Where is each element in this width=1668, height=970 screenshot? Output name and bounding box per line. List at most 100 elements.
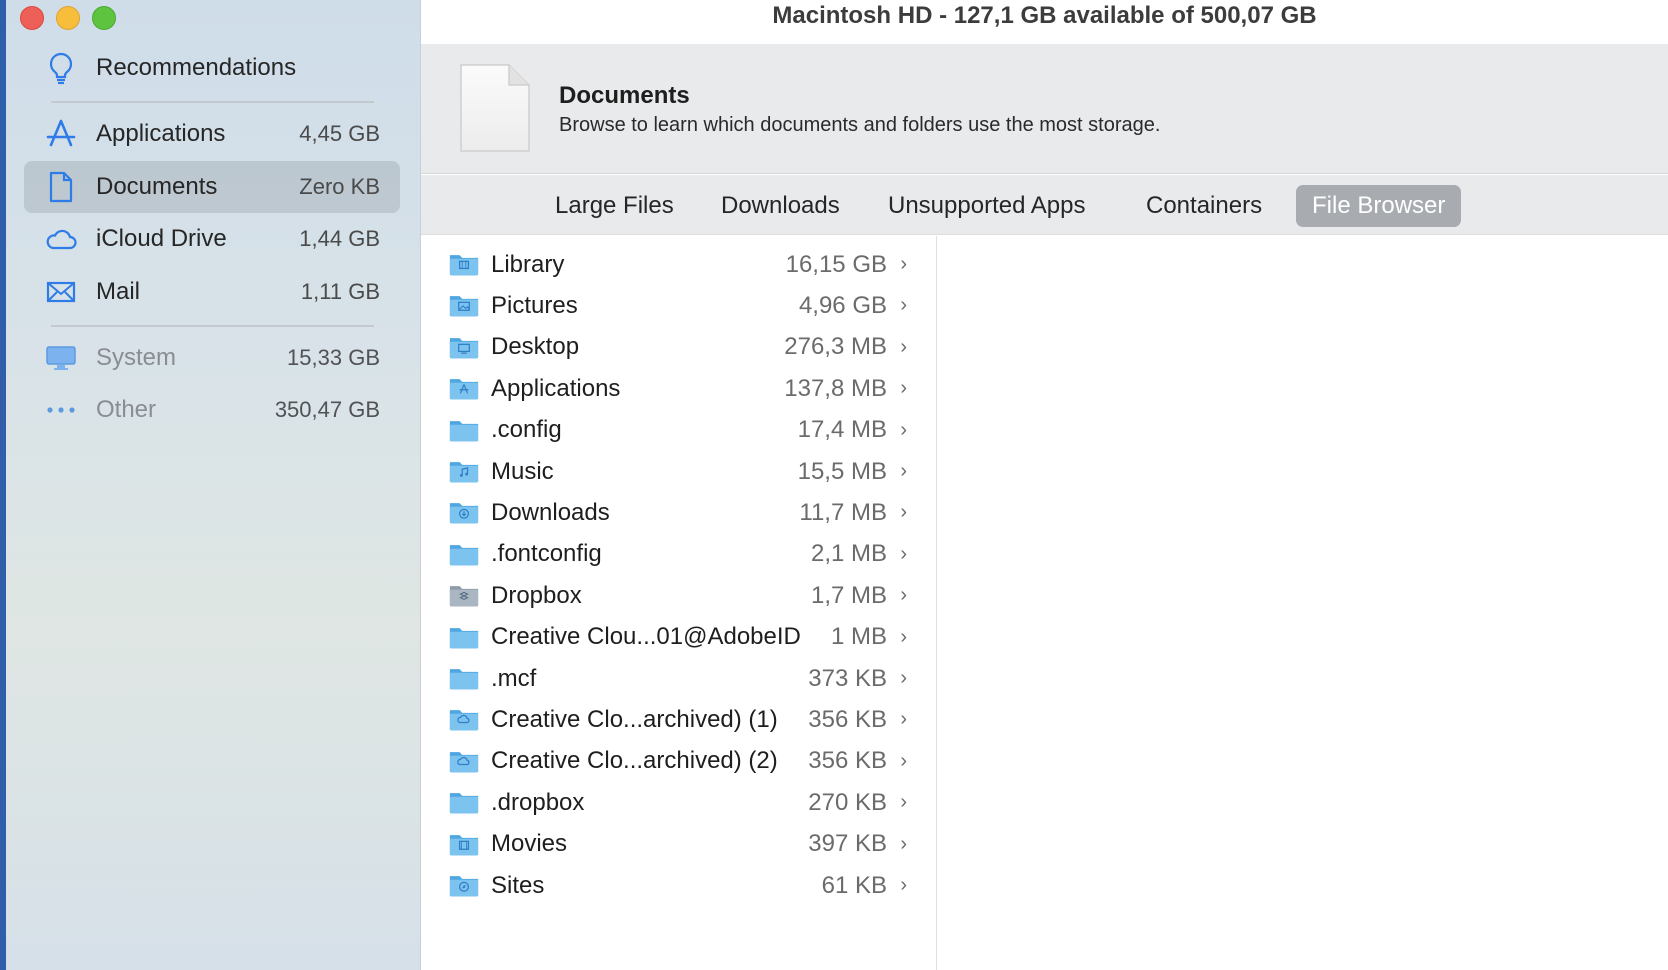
file-name: Sites: [491, 871, 545, 899]
file-name: Dropbox: [491, 581, 582, 609]
minimize-button[interactable]: [56, 6, 80, 30]
file-name: Applications: [491, 374, 621, 402]
folder-icon: [449, 416, 479, 449]
storage-window: Recommendations Applications 4,45 GB Doc…: [6, 0, 1668, 970]
chevron-right-icon[interactable]: ›: [900, 791, 907, 814]
file-row[interactable]: Movies 397 KB ›: [421, 824, 937, 865]
chevron-right-icon[interactable]: ›: [900, 626, 907, 649]
sidebar-item-mail[interactable]: Mail 1,11 GB: [24, 266, 400, 318]
chevron-right-icon[interactable]: ›: [900, 708, 907, 731]
file-row[interactable]: Creative Clou...01@AdobeID 1 MB ›: [421, 617, 937, 658]
sidebar-item-other[interactable]: Other 350,47 GB: [24, 384, 400, 436]
sidebar-item-label: Other: [96, 396, 157, 423]
folder-icon: [449, 540, 479, 573]
chevron-right-icon[interactable]: ›: [900, 377, 907, 400]
tab-file-browser[interactable]: File Browser: [1296, 185, 1462, 227]
downloads-folder-icon: [449, 498, 479, 531]
file-row[interactable]: Downloads 11,7 MB ›: [421, 492, 937, 533]
tab-large-files[interactable]: Large Files: [539, 185, 690, 227]
sidebar-item-applications[interactable]: Applications 4,45 GB: [24, 108, 400, 160]
file-size: 2,1 MB: [810, 540, 887, 568]
file-size: 276,3 MB: [784, 333, 887, 361]
app-store-icon: [44, 117, 78, 151]
document-icon: [44, 170, 78, 204]
file-row[interactable]: Creative Clo...archived) (2) 356 KB ›: [421, 741, 937, 782]
file-row[interactable]: Library 16,15 GB ›: [421, 244, 937, 285]
dropbox-folder-icon: [449, 581, 479, 614]
folder-icon: [449, 788, 479, 821]
ellipsis-icon: [44, 393, 78, 427]
window-controls: [20, 6, 116, 30]
sites-folder-icon: [449, 871, 479, 904]
chevron-right-icon[interactable]: ›: [900, 336, 907, 359]
chevron-right-icon[interactable]: ›: [900, 460, 907, 483]
file-row[interactable]: Applications 137,8 MB ›: [421, 368, 937, 409]
category-description: Browse to learn which documents and fold…: [559, 114, 1161, 136]
file-name: .dropbox: [491, 788, 585, 816]
sidebar-item-size: Zero KB: [299, 174, 380, 199]
music-folder-icon: [449, 457, 479, 490]
chevron-right-icon[interactable]: ›: [900, 874, 907, 897]
sidebar-item-system[interactable]: System 15,33 GB: [24, 332, 400, 384]
sidebar-item-recommendations[interactable]: Recommendations: [24, 42, 400, 94]
sidebar-item-label: Mail: [96, 278, 141, 305]
chevron-right-icon[interactable]: ›: [900, 543, 907, 566]
tab-bar: Large Files Downloads Unsupported Apps C…: [421, 175, 1668, 235]
category-title: Documents: [559, 82, 690, 109]
lightbulb-icon: [44, 51, 78, 85]
file-row[interactable]: Music 15,5 MB ›: [421, 451, 937, 492]
chevron-right-icon[interactable]: ›: [900, 294, 907, 317]
file-row[interactable]: Creative Clo...archived) (1) 356 KB ›: [421, 699, 937, 740]
file-row[interactable]: .config 17,4 MB ›: [421, 410, 937, 451]
chevron-right-icon[interactable]: ›: [900, 501, 907, 524]
file-size: 15,5 MB: [797, 457, 887, 485]
sidebar-item-icloud-drive[interactable]: iCloud Drive 1,44 GB: [24, 213, 400, 265]
tab-unsupported-apps[interactable]: Unsupported Apps: [872, 185, 1101, 227]
file-size: 61 KB: [821, 871, 887, 899]
sidebar-item-size: 1,44 GB: [299, 226, 380, 251]
window-title: Macintosh HD - 127,1 GB available of 500…: [421, 0, 1668, 44]
file-size: 1 MB: [830, 623, 887, 651]
sidebar-item-documents[interactable]: Documents Zero KB: [24, 161, 400, 213]
file-size: 4,96 GB: [798, 291, 887, 319]
category-header: Documents Browse to learn which document…: [421, 44, 1668, 174]
file-name: Desktop: [491, 333, 580, 361]
close-button[interactable]: [20, 6, 44, 30]
file-row[interactable]: .fontconfig 2,1 MB ›: [421, 534, 937, 575]
folder-icon: [449, 664, 479, 697]
file-name: .config: [491, 416, 562, 444]
chevron-right-icon[interactable]: ›: [900, 419, 907, 442]
chevron-right-icon[interactable]: ›: [900, 750, 907, 773]
applications-folder-icon: [449, 374, 479, 407]
tab-containers[interactable]: Containers: [1130, 185, 1278, 227]
envelope-icon: [44, 275, 78, 309]
file-size: 137,8 MB: [784, 374, 887, 402]
file-size: 11,7 MB: [799, 498, 887, 526]
document-file-icon: [457, 62, 533, 161]
movies-folder-icon: [449, 830, 479, 863]
chevron-right-icon[interactable]: ›: [900, 253, 907, 276]
file-size: 270 KB: [808, 788, 887, 816]
chevron-right-icon[interactable]: ›: [900, 667, 907, 690]
monitor-icon: [44, 341, 78, 375]
file-size: 397 KB: [808, 830, 887, 858]
file-row[interactable]: Dropbox 1,7 MB ›: [421, 575, 937, 616]
tab-downloads[interactable]: Downloads: [705, 185, 856, 227]
file-list: Library 16,15 GB › Pictures 4,96 GB › Desktop 2…: [421, 236, 937, 970]
chevron-right-icon[interactable]: ›: [900, 584, 907, 607]
file-name: Creative Clo...archived) (1): [491, 705, 778, 733]
file-name: Creative Clo...archived) (2): [491, 747, 778, 775]
file-row[interactable]: .mcf 373 KB ›: [421, 658, 937, 699]
creative-cloud-folder-icon: [449, 705, 479, 738]
desktop-folder-icon: [449, 333, 479, 366]
sidebar-item-size: 350,47 GB: [274, 397, 380, 422]
zoom-button[interactable]: [92, 6, 116, 30]
main-panel: Macintosh HD - 127,1 GB available of 500…: [421, 0, 1668, 970]
file-row[interactable]: Desktop 276,3 MB ›: [421, 327, 937, 368]
sidebar: Recommendations Applications 4,45 GB Doc…: [6, 0, 421, 970]
chevron-right-icon[interactable]: ›: [900, 833, 907, 856]
file-row[interactable]: .dropbox 270 KB ›: [421, 782, 937, 823]
file-row[interactable]: Sites 61 KB ›: [421, 865, 937, 906]
folder-icon: [449, 623, 479, 656]
file-row[interactable]: Pictures 4,96 GB ›: [421, 285, 937, 326]
